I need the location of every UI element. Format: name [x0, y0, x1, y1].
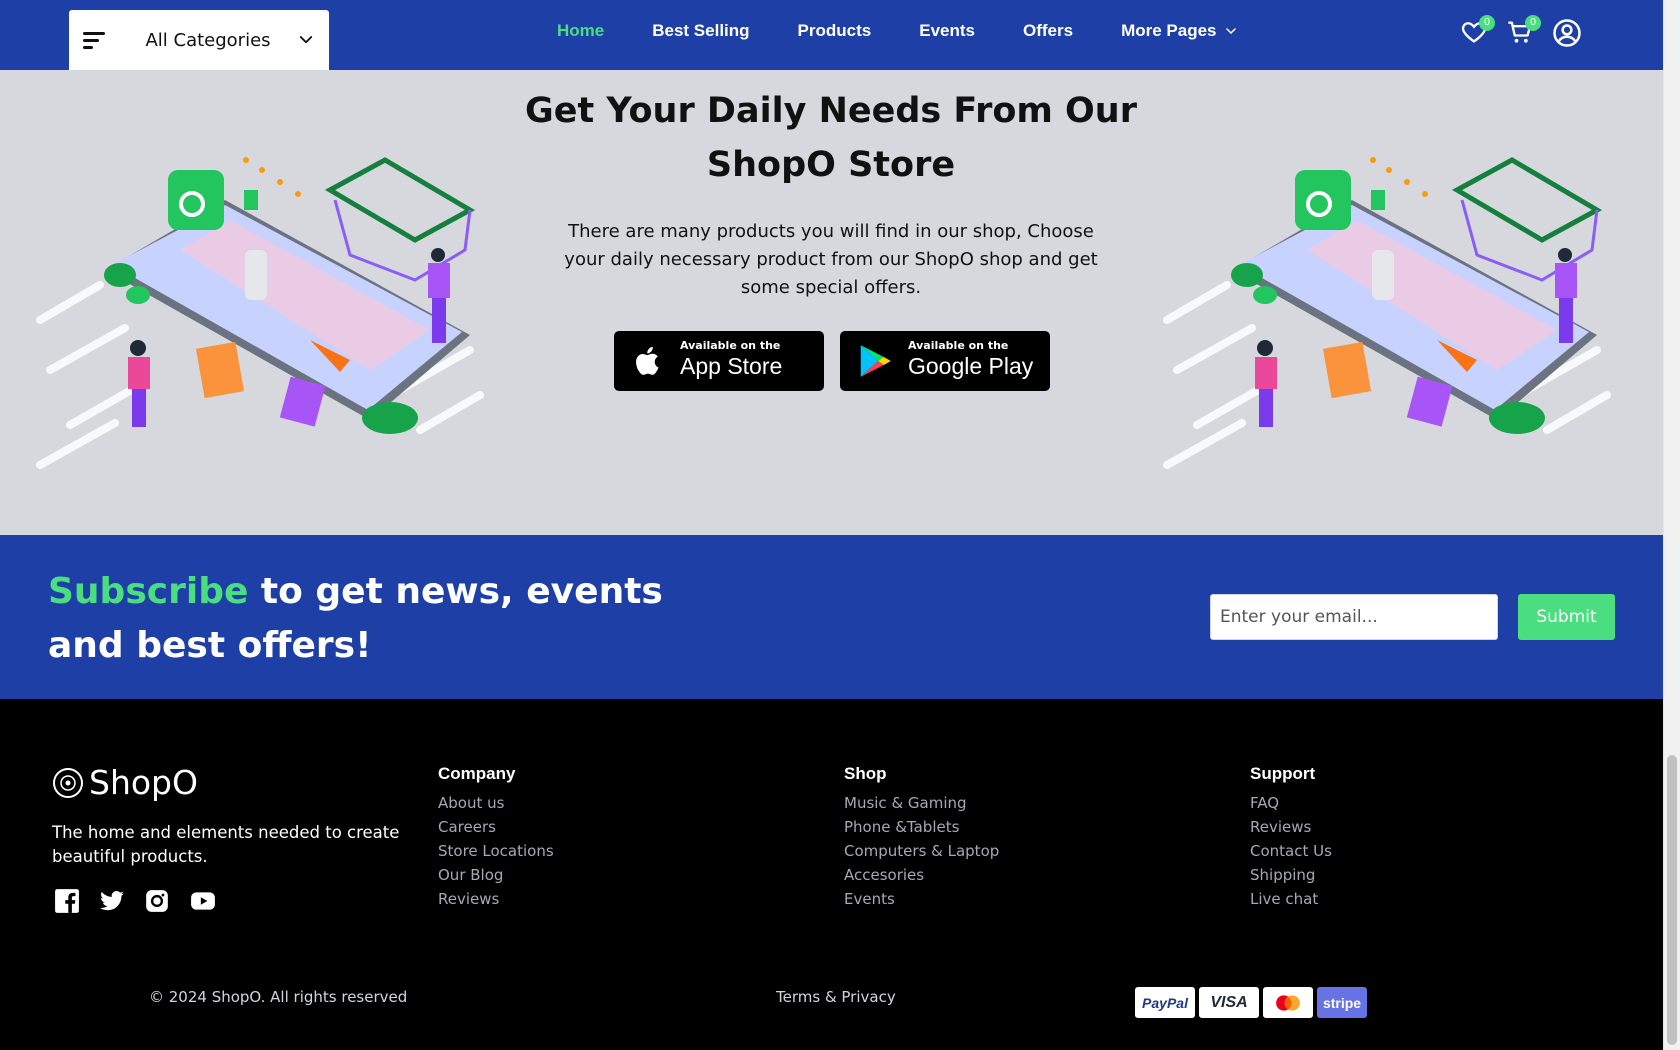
footer-link-contact-us[interactable]: Contact Us — [1250, 839, 1332, 863]
social-links — [54, 888, 234, 914]
mastercard-badge — [1263, 987, 1313, 1018]
header-actions: 0 0 — [1460, 15, 1598, 48]
footer-link-shipping[interactable]: Shipping — [1250, 863, 1332, 887]
footer-column-title: Company — [438, 764, 516, 783]
nav-products-label: Products — [797, 21, 872, 40]
app-store-button[interactable]: Available on the App Store — [614, 331, 824, 391]
youtube-icon[interactable] — [189, 888, 215, 914]
account-button[interactable] — [1552, 18, 1582, 48]
paypal-label: PayPal — [1142, 994, 1188, 1011]
footer-link-careers[interactable]: Careers — [438, 815, 554, 839]
footer-column-title: Support — [1250, 764, 1316, 783]
footer-logo[interactable]: ShopO — [52, 763, 198, 802]
google-play-icon — [860, 345, 891, 377]
nav-more-pages-label: More Pages — [1121, 21, 1217, 40]
chevron-down-icon — [299, 36, 313, 44]
category-select-label: All Categories — [145, 29, 271, 51]
shopping-app-illustration — [36, 157, 484, 469]
footer-link-about-us[interactable]: About us — [438, 791, 554, 815]
footer-link-accesories[interactable]: Accesories — [844, 863, 999, 887]
newsletter-section: Subscribe to get news, events and best o… — [0, 535, 1663, 699]
footer-link-computers-laptop[interactable]: Computers & Laptop — [844, 839, 999, 863]
instagram-icon[interactable] — [144, 888, 170, 914]
nav-events-label: Events — [919, 21, 975, 40]
top-header: All Categories Home Best Selling Product… — [0, 0, 1663, 70]
footer-link-reviews[interactable]: Reviews — [438, 887, 554, 911]
nav-more-pages[interactable]: More Pages — [1121, 21, 1236, 41]
user-icon — [1553, 19, 1581, 47]
footer-column-shop: Shop Music & Gaming Phone &Tablets Compu… — [844, 764, 999, 911]
visa-badge: VISA — [1199, 987, 1259, 1018]
facebook-icon[interactable] — [54, 888, 80, 914]
footer-column-title: Shop — [844, 764, 887, 783]
footer-link-music-gaming[interactable]: Music & Gaming — [844, 791, 999, 815]
page-scrollbar[interactable] — [1663, 0, 1680, 1050]
nav-offers[interactable]: Offers — [1023, 21, 1073, 41]
nav-home[interactable]: Home — [557, 21, 604, 41]
footer-link-reviews[interactable]: Reviews — [1250, 815, 1332, 839]
submit-button[interactable]: Submit — [1518, 594, 1615, 640]
banner-description: There are many products you will find in… — [564, 221, 1098, 298]
cart-button[interactable]: 0 — [1506, 15, 1541, 48]
app-store-small-text: Available on the — [680, 339, 781, 352]
email-input[interactable] — [1210, 594, 1498, 640]
wishlist-button[interactable]: 0 — [1460, 15, 1495, 48]
menu-icon — [83, 32, 105, 49]
footer-link-phone-tablets[interactable]: Phone &Tablets — [844, 815, 999, 839]
google-play-label: Google Play — [908, 353, 1034, 379]
footer-column-company: Company About us Careers Store Locations… — [438, 764, 554, 911]
chevron-down-icon — [1225, 28, 1236, 35]
nav-best-selling-label: Best Selling — [652, 21, 750, 40]
stripe-label: stripe — [1322, 994, 1362, 1011]
mastercard-icon — [1276, 994, 1300, 1011]
paypal-badge: PayPal — [1135, 987, 1195, 1018]
footer-link-store-locations[interactable]: Store Locations — [438, 839, 554, 863]
nav-best-selling[interactable]: Best Selling — [652, 21, 749, 41]
category-select[interactable]: All Categories — [69, 10, 329, 70]
footer-link-events[interactable]: Events — [844, 887, 999, 911]
footer-link-faq[interactable]: FAQ — [1250, 791, 1332, 815]
terms-privacy-link[interactable]: Terms & Privacy — [776, 988, 896, 1006]
twitter-icon[interactable] — [99, 888, 125, 914]
footer-column-support: Support FAQ Reviews Contact Us Shipping … — [1250, 764, 1332, 911]
banner-title: Get Your Daily Needs From Our ShopO Stor… — [525, 91, 1137, 185]
newsletter-title: Subscribe to get news, events and best o… — [48, 565, 728, 673]
nav-events[interactable]: Events — [919, 21, 975, 41]
app-download-banner: Get Your Daily Needs From Our ShopO Stor… — [0, 70, 1663, 535]
main-nav: Home Best Selling Products Events Offers… — [557, 0, 1285, 62]
nav-offers-label: Offers — [1022, 21, 1074, 40]
newsletter-title-accent: Subscribe — [48, 571, 249, 612]
wishlist-count-badge: 0 — [1479, 15, 1495, 31]
app-store-label: App Store — [680, 353, 783, 379]
google-play-button[interactable]: Available on the Google Play — [840, 331, 1050, 391]
apple-icon — [636, 346, 659, 375]
nav-home-label: Home — [557, 21, 605, 40]
google-play-small-text: Available on the — [908, 339, 1009, 352]
footer-link-live-chat[interactable]: Live chat — [1250, 887, 1332, 911]
cart-count-badge: 0 — [1525, 15, 1541, 31]
stripe-badge: stripe — [1317, 987, 1367, 1018]
nav-products[interactable]: Products — [798, 21, 872, 41]
logo-icon — [53, 767, 83, 798]
scrollbar-thumb[interactable] — [1667, 755, 1677, 1045]
shopping-app-illustration — [1163, 157, 1611, 469]
footer: ShopO The home and elements needed to cr… — [0, 699, 1663, 1050]
logo-text: ShopO — [89, 763, 198, 802]
visa-label: VISA — [1210, 993, 1248, 1011]
copyright-text: © 2024 ShopO. All rights reserved — [149, 988, 408, 1006]
footer-link-our-blog[interactable]: Our Blog — [438, 863, 554, 887]
footer-description: The home and elements needed to create b… — [52, 823, 400, 866]
